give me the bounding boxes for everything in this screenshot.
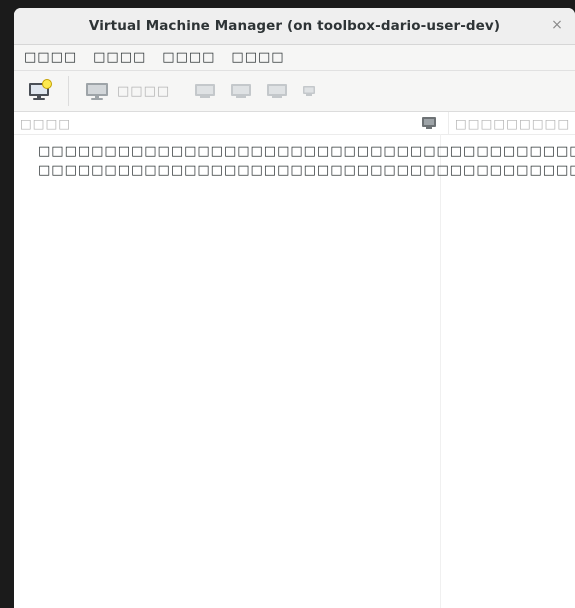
shutdown-menu-button[interactable]	[302, 77, 316, 105]
vm-list[interactable]: □□□□ □□□□□□□□□ □□□□□□□□□□□□□□□□□□□□□□□□□…	[14, 112, 575, 608]
run-button[interactable]	[194, 77, 216, 105]
menu-view[interactable]: □□□□	[162, 50, 215, 65]
toolbar: □□□□	[14, 71, 575, 112]
shutdown-menu-icon	[302, 84, 316, 98]
shutdown-button[interactable]	[266, 77, 288, 105]
menu-file[interactable]: □□□□	[24, 50, 77, 65]
close-button[interactable]: ×	[549, 17, 565, 33]
desktop-background: Virtual Machine Manager (on toolbox-dari…	[0, 0, 575, 608]
name-column-header[interactable]: □□□□	[14, 116, 422, 131]
monitor-icon	[85, 80, 109, 102]
window-title: Virtual Machine Manager (on toolbox-dari…	[88, 18, 501, 34]
empty-list-message: □□□□□□□□□□□□□□□□□□□□□□□□□□□□□□□□□□□□□□□□…	[38, 142, 575, 180]
open-button[interactable]: □□□□	[85, 77, 170, 105]
empty-list-message-line-1: □□□□□□□□□□□□□□□□□□□□□□□□□□□□□□□□□□□□□□□□…	[38, 144, 575, 159]
toolbar-separator	[68, 76, 69, 106]
menu-edit[interactable]: □□□□	[93, 50, 146, 65]
shutdown-icon	[266, 82, 288, 100]
menu-bar: □□□□ □□□□ □□□□ □□□□	[14, 45, 575, 71]
open-button-label: □□□□	[117, 83, 171, 99]
menu-help[interactable]: □□□□	[231, 50, 284, 65]
main-window: Virtual Machine Manager (on toolbox-dari…	[14, 8, 575, 608]
new-vm-icon	[28, 79, 54, 103]
pause-icon	[230, 82, 252, 100]
pause-button[interactable]	[230, 77, 252, 105]
empty-list-message-line-2: □□□□□□□□□□□□□□□□□□□□□□□□□□□□□□□□□□□□□□□□…	[38, 163, 575, 178]
title-bar: Virtual Machine Manager (on toolbox-dari…	[14, 8, 575, 45]
cpu-usage-column-header[interactable]: □□□□□□□□□	[449, 116, 575, 131]
run-icon	[194, 82, 216, 100]
list-header: □□□□ □□□□□□□□□	[14, 112, 575, 135]
new-vm-button[interactable]	[28, 77, 54, 105]
cpu-column-icon	[422, 117, 436, 129]
column-divider-line	[440, 134, 441, 608]
